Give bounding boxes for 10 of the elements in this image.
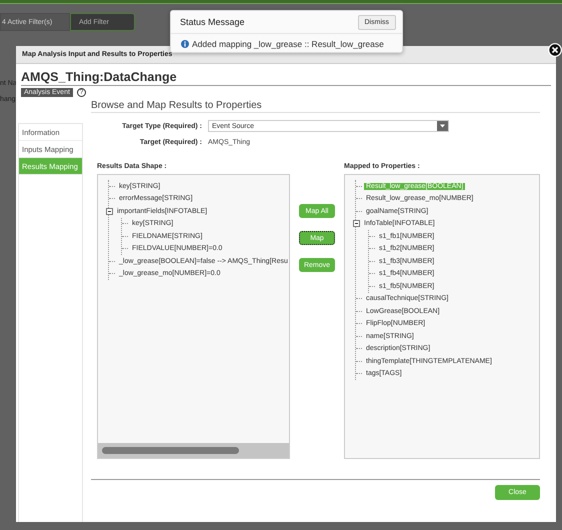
status-message: Added mapping _low_grease :: Result_low_grease xyxy=(192,39,384,49)
section-title: Browse and Map Results to Properties xyxy=(91,97,540,113)
page-heading: AMQS_Thing:DataChange xyxy=(21,70,551,86)
collapse-icon[interactable] xyxy=(106,208,113,215)
close-icon[interactable] xyxy=(548,43,562,57)
info-icon xyxy=(181,40,189,48)
collapse-icon[interactable] xyxy=(353,220,360,228)
scrollbar[interactable] xyxy=(98,443,289,458)
dropdown-icon xyxy=(437,121,448,131)
popup-title: Status Message xyxy=(180,17,245,27)
